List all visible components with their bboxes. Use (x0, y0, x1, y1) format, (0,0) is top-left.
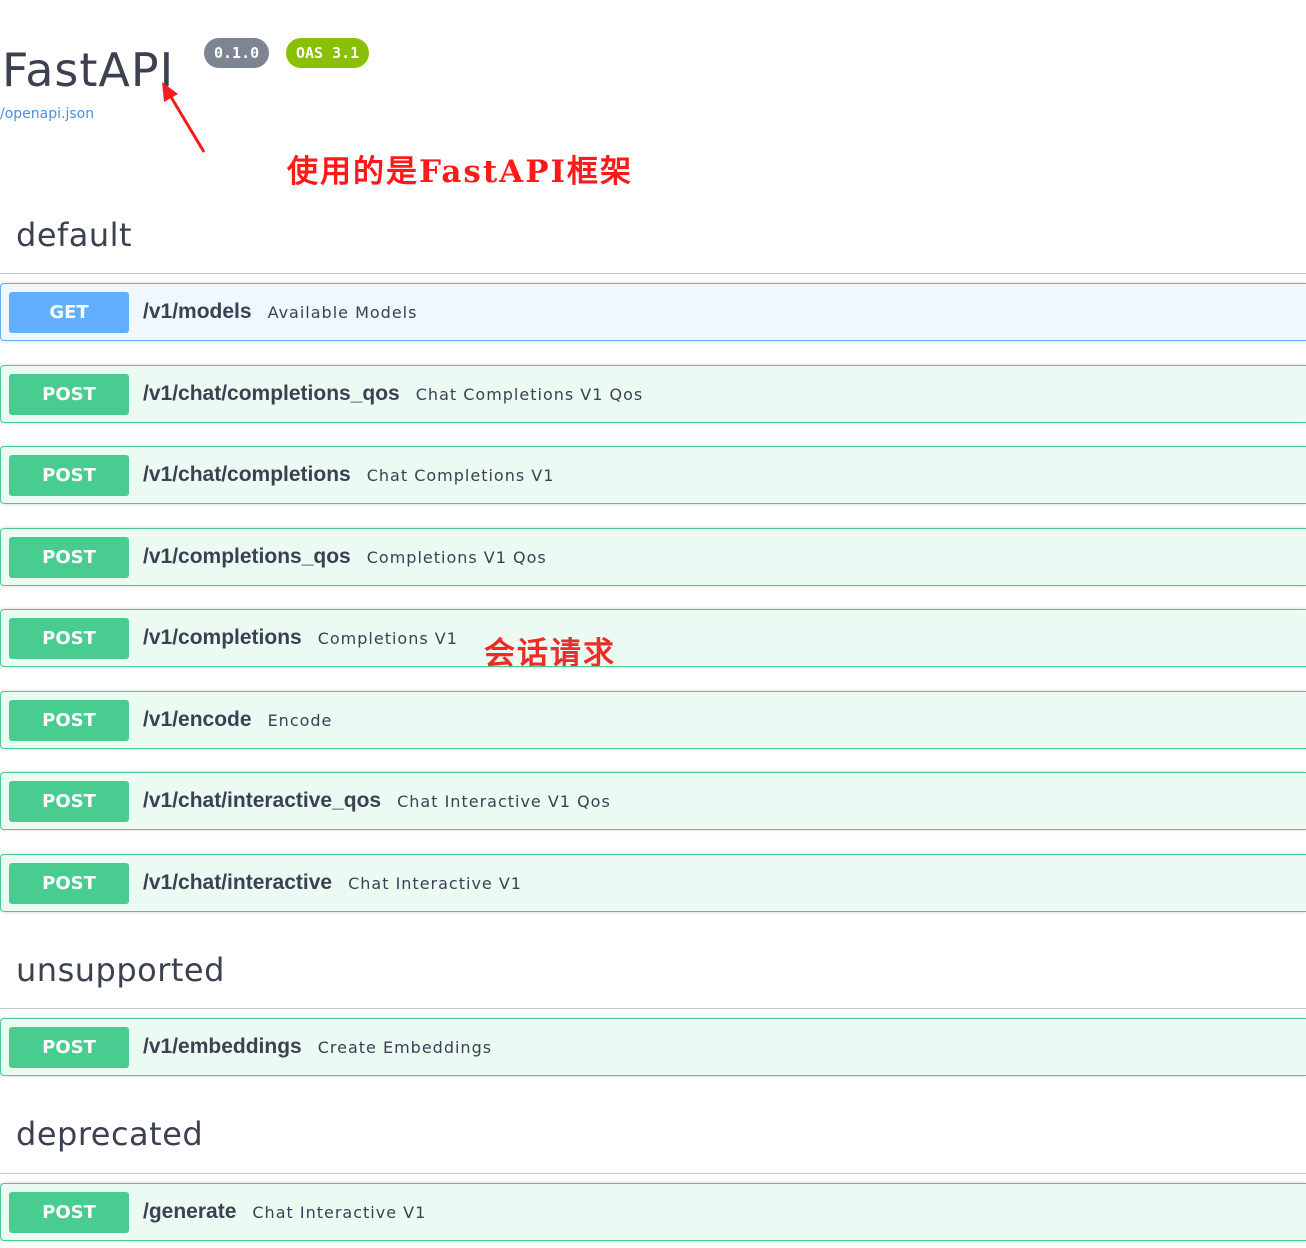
operation-path: /v1/completions (143, 626, 302, 649)
section-divider (0, 1008, 1306, 1009)
oas-badge: OAS 3.1 (286, 38, 370, 68)
method-badge: POST (9, 454, 129, 496)
operation-post-generate[interactable]: POST /generate Chat Interactive V1 (0, 1183, 1306, 1241)
operation-path: /generate (143, 1200, 237, 1223)
operation-path: /v1/completions_qos (143, 545, 351, 568)
operation-post-chat-interactive-qos[interactable]: POST /v1/chat/interactive_qos Chat Inter… (0, 772, 1306, 830)
method-badge: POST (9, 862, 129, 904)
operation-summary: Encode (267, 710, 333, 730)
section-divider (0, 273, 1306, 274)
operation-post-chat-interactive[interactable]: POST /v1/chat/interactive Chat Interacti… (0, 854, 1306, 912)
app-title: FastAPI (2, 43, 175, 97)
operation-post-encode[interactable]: POST /v1/encode Encode (0, 691, 1306, 749)
method-badge: POST (9, 699, 129, 741)
framework-annotation: 使用的是FastAPI框架 (287, 154, 634, 190)
operation-post-completions[interactable]: POST /v1/completions Completions V1 (0, 609, 1306, 667)
operation-post-embeddings[interactable]: POST /v1/embeddings Create Embeddings (0, 1018, 1306, 1076)
operation-path: /v1/chat/interactive (143, 871, 333, 894)
method-badge: POST (9, 780, 129, 822)
openapi-json-link[interactable]: /openapi.json (0, 106, 94, 122)
section-title-default[interactable]: default (16, 216, 132, 254)
operation-path: /v1/chat/completions_qos (143, 382, 400, 405)
section-divider (0, 1173, 1306, 1174)
method-badge: POST (9, 1026, 129, 1068)
operation-summary: Chat Completions V1 Qos (415, 384, 644, 404)
method-badge: POST (9, 617, 129, 659)
operation-summary: Chat Interactive V1 (348, 873, 522, 893)
operation-summary: Chat Interactive V1 (252, 1202, 427, 1222)
method-badge: POST (9, 1191, 129, 1233)
operation-post-chat-completions[interactable]: POST /v1/chat/completions Chat Completio… (0, 446, 1306, 504)
operation-post-chat-completions-qos[interactable]: POST /v1/chat/completions_qos Chat Compl… (0, 365, 1306, 423)
method-badge: POST (9, 373, 129, 415)
operation-summary: Completions V1 Qos (366, 547, 547, 567)
method-badge: GET (9, 291, 129, 333)
version-badge: 0.1.0 (204, 38, 270, 68)
operation-path: /v1/encode (143, 708, 252, 731)
section-title-unsupported[interactable]: unsupported (16, 951, 225, 989)
operation-post-completions-qos[interactable]: POST /v1/completions_qos Completions V1 … (0, 528, 1306, 586)
operation-get-models[interactable]: GET /v1/models Available Models (0, 283, 1306, 341)
operation-summary: Chat Interactive V1 Qos (397, 791, 611, 811)
operation-path: /v1/models (143, 300, 252, 323)
annotation-arrow-icon (162, 82, 206, 153)
operation-summary: Completions V1 (317, 628, 458, 648)
operation-path: /v1/chat/completions (143, 463, 351, 486)
operation-summary: Chat Completions V1 (366, 465, 555, 485)
operation-summary: Available Models (267, 302, 418, 322)
section-title-deprecated[interactable]: deprecated (16, 1115, 203, 1153)
method-badge: POST (9, 536, 129, 578)
operation-summary: Create Embeddings (317, 1037, 493, 1057)
operation-path: /v1/embeddings (143, 1035, 302, 1058)
operation-path: /v1/chat/interactive_qos (143, 789, 382, 812)
